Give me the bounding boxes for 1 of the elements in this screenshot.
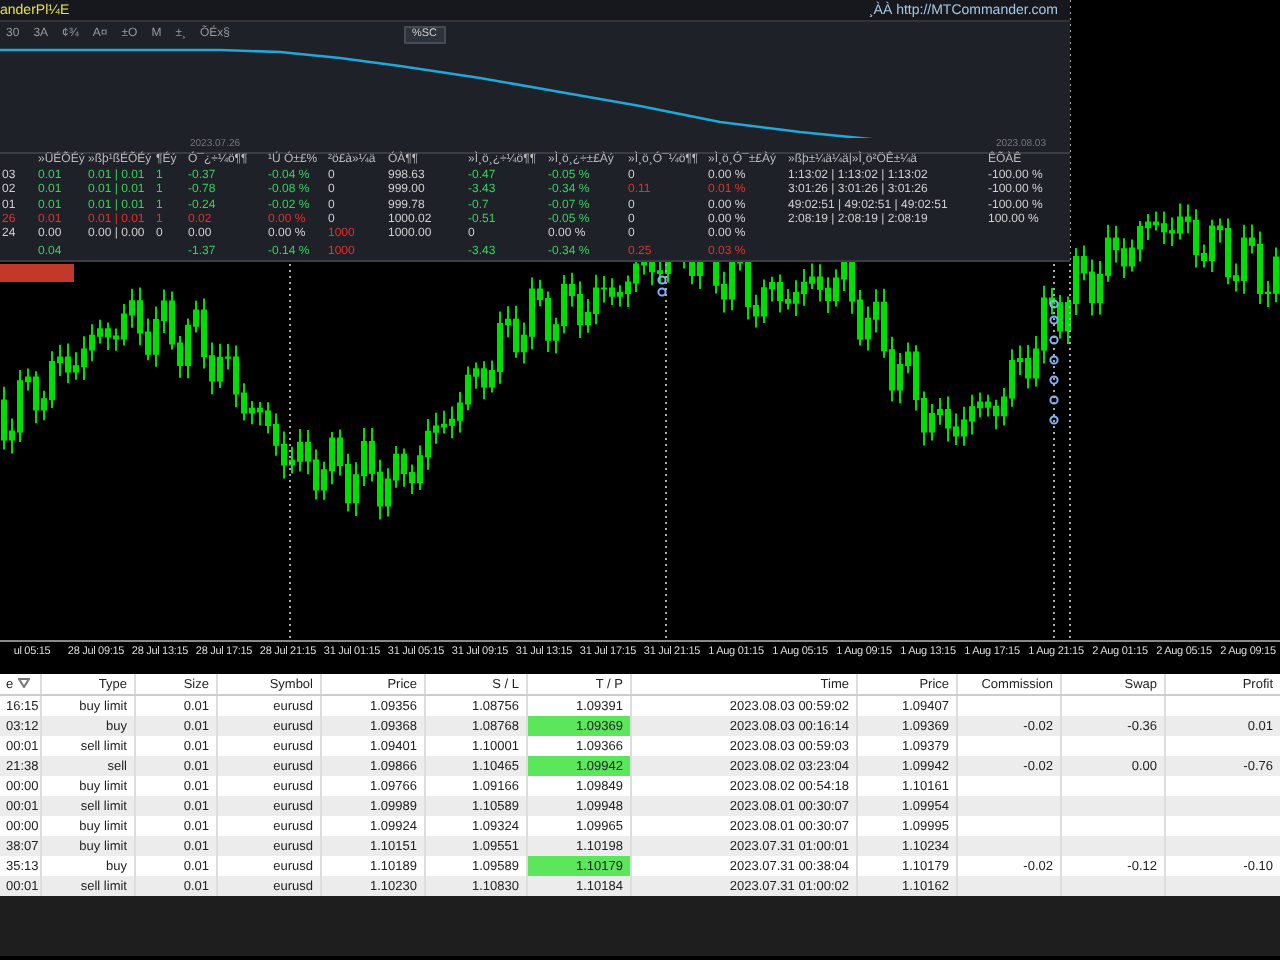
sort-icon: [17, 678, 30, 689]
